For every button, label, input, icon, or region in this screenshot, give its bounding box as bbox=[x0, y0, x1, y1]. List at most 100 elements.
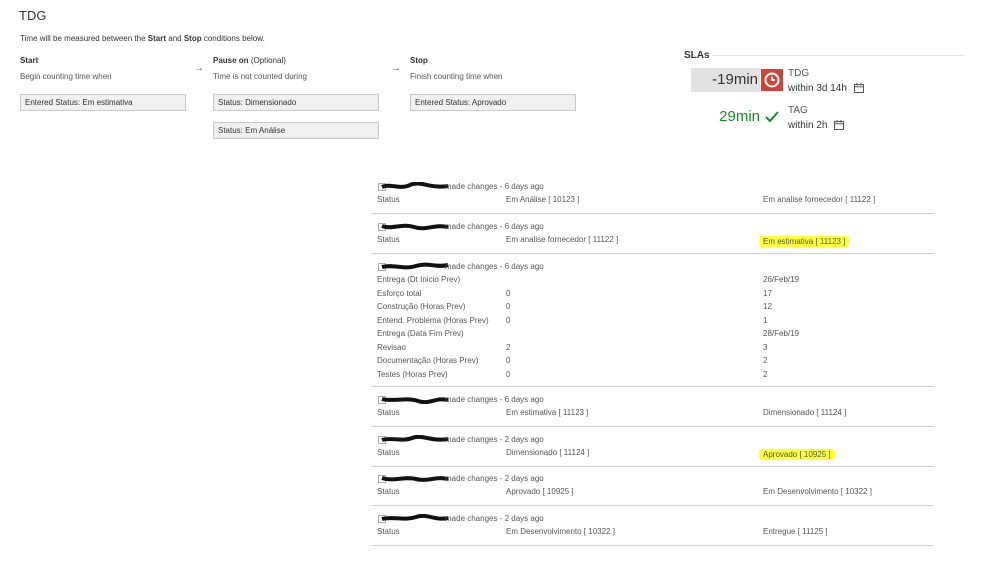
history-row: Construção (Horas Prev) 0 12 bbox=[372, 301, 934, 315]
history-field: Entend. Problema (Horas Prev) bbox=[377, 315, 489, 325]
start-heading: Start bbox=[20, 56, 39, 65]
calendar-icon[interactable] bbox=[834, 120, 845, 131]
start-condition-item[interactable]: Entered Status: Em estimativa bbox=[20, 94, 186, 111]
stop-condition: Stop Finish counting time when Entered S… bbox=[410, 56, 585, 111]
history-row: Entrega (Data Fim Prev) 28/Feb/19 bbox=[372, 328, 934, 342]
history-old-value: Em estimativa [ 11123 ] bbox=[506, 408, 589, 417]
sla-name-tdg: TDG bbox=[788, 68, 810, 79]
redacted-author bbox=[381, 514, 449, 521]
history-divider bbox=[372, 545, 934, 546]
history-new-value: 26/Feb/19 bbox=[763, 275, 800, 284]
intro-text: Time will be measured between the Start … bbox=[20, 34, 265, 43]
history-field: Revisao bbox=[377, 342, 406, 352]
history-entry-header: made changes - 6 days ago bbox=[372, 182, 934, 194]
calendar-icon[interactable] bbox=[853, 83, 864, 94]
history-field: Status bbox=[377, 195, 400, 204]
history-action: made changes - 6 days ago bbox=[445, 222, 544, 231]
pause-condition-item[interactable]: Status: Em Análise bbox=[213, 122, 379, 139]
sla-goal-tag: within 2h bbox=[788, 120, 845, 131]
history-row: Status Em Desenvolvimento [ 10322 ] Entr… bbox=[372, 526, 934, 540]
history-field: Status bbox=[377, 487, 400, 496]
redacted-author bbox=[381, 476, 449, 482]
intro-suffix: conditions below. bbox=[203, 34, 265, 43]
history-field: Status bbox=[377, 448, 400, 457]
pause-condition-item[interactable]: Status: Dimensionado bbox=[213, 94, 379, 111]
history-row: Entend. Problema (Horas Prev) 0 1 bbox=[372, 315, 934, 329]
history-action: made changes - 2 days ago bbox=[445, 474, 544, 483]
pause-condition: Pause on (Optional) Time is not counted … bbox=[213, 56, 388, 139]
history-entry-header: made changes - 6 days ago bbox=[372, 395, 934, 407]
history-new-value: 17 bbox=[763, 288, 772, 298]
start-condition: Start Begin counting time when Entered S… bbox=[20, 56, 195, 111]
pause-heading: Pause on (Optional) bbox=[213, 56, 388, 68]
history-new-value: 2 bbox=[763, 369, 768, 379]
history-entry: made changes - 6 days ago Entrega (Dt In… bbox=[372, 262, 934, 382]
intro-and: and bbox=[168, 34, 182, 43]
highlighted-new-value: Em estimativa [ 11123 ] bbox=[759, 236, 850, 247]
history-divider bbox=[372, 253, 934, 254]
stop-condition-item[interactable]: Entered Status: Aprovado bbox=[410, 94, 576, 111]
pause-optional-label: (Optional) bbox=[250, 56, 286, 65]
history-entry-header: made changes - 2 days ago bbox=[372, 474, 934, 486]
intro-prefix: Time will be measured between the bbox=[20, 34, 146, 43]
history-action: made changes - 6 days ago bbox=[445, 182, 544, 191]
history-field: Esforço total bbox=[377, 288, 422, 298]
history-new-value: 3 bbox=[763, 342, 768, 352]
history-action: made changes - 2 days ago bbox=[445, 435, 544, 444]
intro-stop: Stop bbox=[183, 34, 202, 43]
history-field: Testes (Horas Prev) bbox=[377, 369, 448, 379]
slas-title: SLAs bbox=[684, 50, 710, 61]
pause-sub: Time is not counted during bbox=[213, 72, 307, 81]
history-row: Documentação (Horas Prev) 0 2 bbox=[372, 355, 934, 369]
arrow-icon: → bbox=[391, 63, 401, 74]
history-old-value: Em Desenvolvimento [ 10322 ] bbox=[506, 527, 615, 536]
start-sub: Begin counting time when bbox=[20, 72, 112, 81]
redacted-author bbox=[381, 435, 449, 442]
history-row: Revisao 2 3 bbox=[372, 342, 934, 356]
history-divider bbox=[372, 466, 934, 467]
history-old-value: 0 bbox=[506, 369, 511, 379]
sla-remaining-tdg: -19min bbox=[691, 68, 760, 92]
history-divider bbox=[372, 426, 934, 427]
history-old-value: 0 bbox=[506, 315, 511, 325]
stop-heading: Stop bbox=[410, 56, 428, 65]
history-row: Esforço total 0 17 bbox=[372, 288, 934, 302]
slas-divider bbox=[712, 55, 964, 56]
history-old-value: Em analise fornecedor [ 11122 ] bbox=[506, 235, 619, 244]
history-divider bbox=[372, 505, 934, 506]
history-entry: made changes - 2 days ago Status Em Dese… bbox=[372, 514, 934, 540]
history-new-value: 12 bbox=[763, 302, 772, 311]
page-title: TDG bbox=[19, 8, 47, 23]
history-row: Status Em analise fornecedor [ 11122 ] E… bbox=[372, 234, 934, 248]
sla-remaining-tag: 29min bbox=[719, 108, 760, 125]
history-old-value: 0 bbox=[506, 356, 511, 365]
history-row: Status Aprovado [ 10925 ] Em Desenvolvim… bbox=[372, 486, 934, 500]
history-entry-header: made changes - 2 days ago bbox=[372, 514, 934, 526]
history-row: Status Dimensionado [ 11124 ] Aprovado [… bbox=[372, 447, 934, 461]
history-row: Status Em Análise [ 10123 ] Em analise f… bbox=[372, 194, 934, 208]
history-entry: made changes - 6 days ago Status Em esti… bbox=[372, 395, 934, 421]
history-new-value: Em Desenvolvimento [ 10322 ] bbox=[763, 487, 872, 496]
history-field: Status bbox=[377, 235, 400, 244]
history-old-value: 0 bbox=[506, 288, 511, 298]
history-field: Status bbox=[377, 408, 400, 417]
history-entry-header: made changes - 2 days ago bbox=[372, 435, 934, 447]
history-old-value: Em Análise [ 10123 ] bbox=[506, 195, 580, 204]
redacted-author bbox=[381, 262, 449, 270]
history-row: Entrega (Dt Inicio Prev) 26/Feb/19 bbox=[372, 274, 934, 288]
history-entry-header: made changes - 6 days ago bbox=[372, 222, 934, 234]
history-field: Documentação (Horas Prev) bbox=[377, 356, 479, 365]
redacted-author bbox=[381, 182, 449, 189]
pause-heading-label: Pause on bbox=[213, 56, 249, 65]
highlighted-new-value: Aprovado [ 10925 ] bbox=[759, 449, 835, 460]
redacted-author bbox=[381, 397, 449, 404]
intro-start: Start bbox=[147, 34, 167, 43]
history-new-value: 1 bbox=[763, 315, 768, 325]
history-new-value: 28/Feb/19 bbox=[763, 329, 800, 338]
history-entry: made changes - 2 days ago Status Aprovad… bbox=[372, 474, 934, 500]
history-action: made changes - 6 days ago bbox=[445, 262, 544, 271]
history-new-value: Dimensionado [ 11124 ] bbox=[763, 408, 847, 417]
history-row: Status Em estimativa [ 11123 ] Dimension… bbox=[372, 407, 934, 421]
history-row: Testes (Horas Prev) 0 2 bbox=[372, 369, 934, 383]
stop-sub: Finish counting time when bbox=[410, 72, 503, 81]
